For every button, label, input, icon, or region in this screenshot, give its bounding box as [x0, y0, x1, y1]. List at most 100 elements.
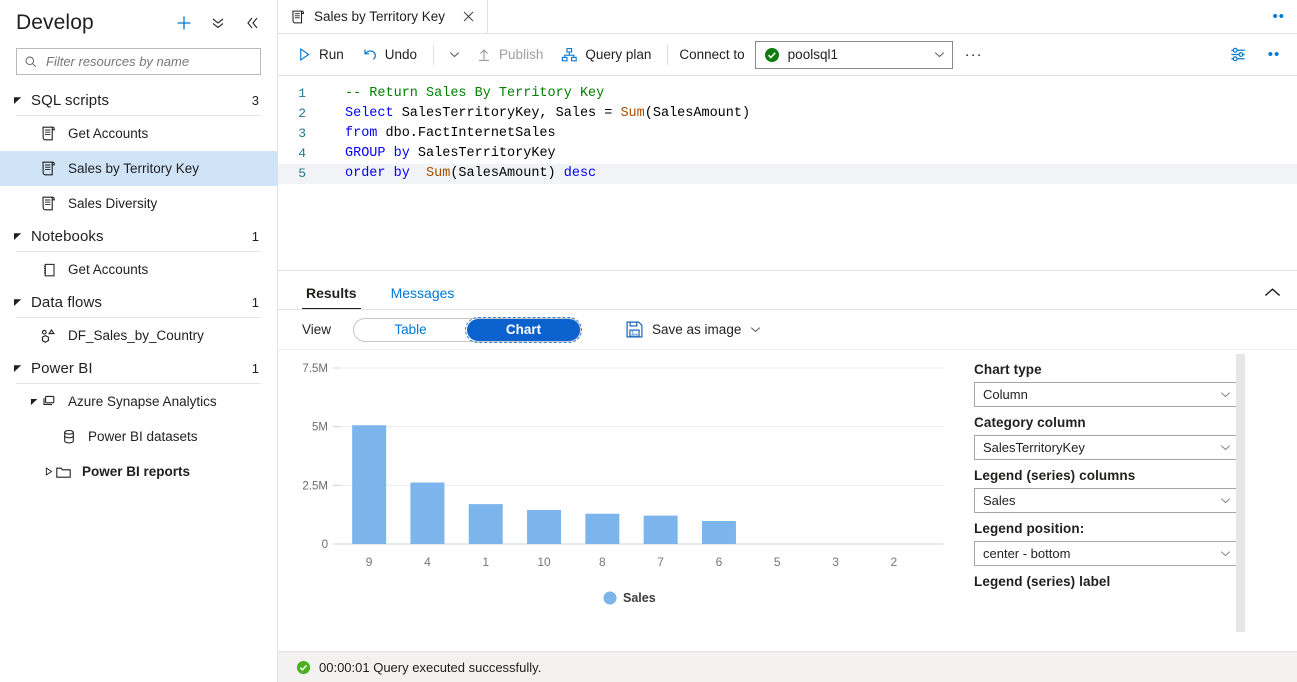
- filter-container: [0, 46, 277, 75]
- query-plan-button[interactable]: Query plan: [552, 40, 660, 70]
- run-button[interactable]: Run: [288, 40, 353, 70]
- legend-series-columns-value: Sales: [983, 493, 1219, 508]
- x-axis-tick-label: 10: [537, 555, 551, 569]
- divider: [667, 45, 668, 65]
- chart-bar[interactable]: [352, 425, 386, 544]
- sidebar-item-get-accounts-notebook[interactable]: Get Accounts: [0, 252, 277, 287]
- status-message: 00:00:01 Query executed successfully.: [319, 660, 541, 675]
- legend-label[interactable]: Sales: [623, 591, 656, 605]
- category-column-select[interactable]: SalesTerritoryKey: [974, 435, 1239, 460]
- x-axis-tick-label: 5: [774, 555, 781, 569]
- sidebar-item-sales-diversity[interactable]: Sales Diversity: [0, 186, 277, 221]
- chart-bar[interactable]: [644, 516, 678, 544]
- code-text: from dbo.FactInternetSales: [324, 124, 556, 144]
- editor-settings-icon[interactable]: [1225, 40, 1251, 70]
- chart-type-select[interactable]: Column: [974, 382, 1239, 407]
- line-number: 1: [278, 84, 324, 104]
- collapse-panel-icon[interactable]: [241, 12, 263, 34]
- tree-group-label: Notebooks: [31, 228, 252, 245]
- config-scrollbar[interactable]: [1236, 354, 1245, 632]
- collapse-all-icon[interactable]: [207, 12, 229, 34]
- chart-bar[interactable]: [469, 504, 503, 544]
- x-axis-tick-label: 2: [891, 555, 898, 569]
- chart-bar[interactable]: [585, 514, 619, 544]
- triangle-collapsed-icon[interactable]: [42, 467, 54, 476]
- code-text: Select SalesTerritoryKey, Sales = Sum(Sa…: [324, 104, 750, 124]
- connect-to-label: Connect to: [675, 47, 754, 62]
- sql-editor[interactable]: 1 -- Return Sales By Territory Key 2 Sel…: [278, 76, 1297, 270]
- results-header: Results Messages: [278, 270, 1297, 310]
- publish-button[interactable]: Publish: [467, 40, 552, 70]
- sidebar-item-df-sales-by-country[interactable]: DF_Sales_by_Country: [0, 318, 277, 353]
- tab-sales-by-territory-key[interactable]: Sales by Territory Key: [278, 0, 488, 33]
- chart-bar[interactable]: [410, 483, 444, 544]
- tree-group-count: 3: [252, 93, 259, 108]
- config-label: Legend (series) columns: [974, 468, 1239, 483]
- tree-group-notebooks[interactable]: Notebooks 1: [0, 221, 277, 251]
- tab-messages[interactable]: Messages: [387, 285, 459, 310]
- save-image-icon: [625, 320, 644, 339]
- tree-group-sql-scripts[interactable]: SQL scripts 3: [0, 85, 277, 115]
- tab-label: Sales by Territory Key: [314, 9, 445, 24]
- x-axis-tick-label: 4: [424, 555, 431, 569]
- divider: [433, 45, 434, 65]
- legend-position-value: center - bottom: [983, 546, 1219, 561]
- more-commands-icon[interactable]: ···: [959, 40, 989, 70]
- code-text: GROUP by SalesTerritoryKey: [324, 144, 556, 164]
- chevron-up-icon[interactable]: [1257, 278, 1287, 306]
- chart-bar[interactable]: [702, 521, 736, 544]
- sql-script-icon: [40, 160, 58, 178]
- legend-series-columns-select[interactable]: Sales: [974, 488, 1239, 513]
- success-icon: [764, 47, 780, 63]
- filter-input[interactable]: [44, 53, 253, 70]
- category-column-value: SalesTerritoryKey: [983, 440, 1219, 455]
- run-label: Run: [319, 47, 344, 62]
- triangle-expanded-icon: [13, 297, 23, 307]
- tree-group-count: 1: [252, 295, 259, 310]
- success-icon: [296, 660, 311, 675]
- legend-position-select[interactable]: center - bottom: [974, 541, 1239, 566]
- tree-group-data-flows[interactable]: Data flows 1: [0, 287, 277, 317]
- view-bar: View Table Chart Save as image: [278, 310, 1297, 350]
- chevron-down-icon: [933, 48, 946, 61]
- code-line: 3 from dbo.FactInternetSales: [278, 124, 1297, 144]
- tree-group-power-bi[interactable]: Power BI 1: [0, 353, 277, 383]
- add-icon[interactable]: [173, 12, 195, 34]
- chevron-down-icon[interactable]: [749, 323, 762, 336]
- view-toggle-table[interactable]: Table: [354, 319, 467, 341]
- pool-name: poolsql1: [788, 47, 925, 62]
- command-bar-right: ••: [1225, 40, 1289, 70]
- query-plan-icon: [561, 47, 578, 63]
- tab-results[interactable]: Results: [302, 285, 361, 310]
- sidebar-item-azure-synapse-analytics[interactable]: Azure Synapse Analytics: [0, 384, 277, 419]
- line-number: 5: [278, 164, 324, 184]
- view-label: View: [302, 322, 331, 337]
- editor-more-menu-icon[interactable]: ••: [1259, 40, 1289, 70]
- tab-strip-spacer: [488, 0, 1260, 33]
- undo-dropdown-chevron-down-icon[interactable]: [441, 40, 467, 70]
- code-line-active: 5 order by Sum(SalesAmount) desc: [278, 164, 1297, 184]
- close-icon[interactable]: [459, 8, 477, 26]
- status-bar: 00:00:01 Query executed successfully.: [278, 651, 1297, 682]
- sidebar-item-sales-by-territory-key[interactable]: Sales by Territory Key: [0, 151, 277, 186]
- sidebar-item-get-accounts-sql[interactable]: Get Accounts: [0, 116, 277, 151]
- legend-marker: [604, 592, 617, 605]
- sidebar-item-power-bi-reports[interactable]: Power BI reports: [0, 454, 277, 489]
- undo-button[interactable]: Undo: [353, 40, 426, 70]
- view-toggle-chart[interactable]: Chart: [467, 319, 580, 341]
- triangle-expanded-icon: [13, 231, 23, 241]
- save-as-image-button[interactable]: Save as image: [617, 315, 770, 345]
- folder-icon: [54, 463, 72, 481]
- filter-box[interactable]: [16, 48, 261, 75]
- sidebar-item-power-bi-datasets[interactable]: Power BI datasets: [0, 419, 277, 454]
- x-axis-tick-label: 9: [366, 555, 373, 569]
- y-axis-tick-label: 2.5M: [302, 480, 328, 492]
- sidebar-item-label: Power BI datasets: [88, 429, 198, 444]
- sidebar-header-actions: [173, 12, 263, 34]
- connect-to-pool-select[interactable]: poolsql1: [755, 41, 953, 69]
- query-plan-label: Query plan: [585, 47, 651, 62]
- chart-bar[interactable]: [527, 510, 561, 544]
- tab-overflow-menu-icon[interactable]: ••: [1260, 0, 1297, 33]
- code-text: -- Return Sales By Territory Key: [324, 84, 604, 104]
- chevron-down-icon: [1219, 388, 1232, 401]
